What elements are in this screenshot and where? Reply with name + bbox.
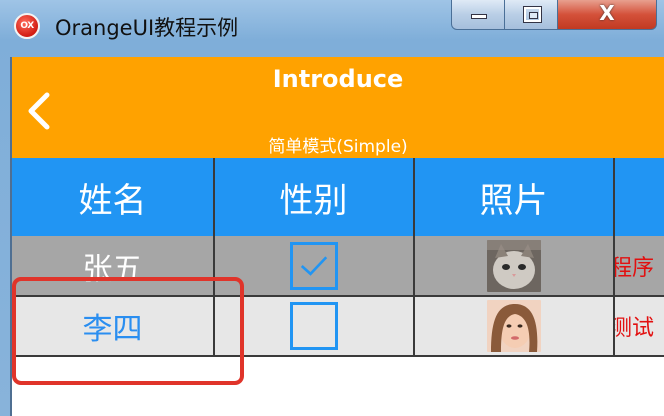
cat-photo bbox=[486, 240, 541, 292]
column-header-name[interactable]: 姓名 bbox=[12, 158, 213, 236]
extra-cell: 测试 bbox=[614, 296, 664, 356]
title-bar[interactable]: OX OrangeUI教程示例 X bbox=[0, 0, 664, 50]
page-title: Introduce bbox=[272, 65, 404, 93]
column-divider bbox=[613, 158, 615, 357]
window-frame: OX OrangeUI教程示例 X Introduce 简单模式(Simple)… bbox=[0, 0, 664, 416]
window-title: OrangeUI教程示例 bbox=[55, 16, 239, 40]
app-logo-icon: OX bbox=[14, 13, 40, 39]
close-icon: X bbox=[599, 1, 615, 25]
chevron-left-icon[interactable] bbox=[24, 91, 54, 131]
close-button[interactable]: X bbox=[557, 0, 657, 30]
gender-checkbox[interactable] bbox=[289, 242, 338, 290]
extra-cell: 程序 bbox=[614, 236, 664, 296]
column-header-extra[interactable] bbox=[614, 158, 664, 236]
gender-checkbox[interactable] bbox=[289, 302, 338, 350]
client-area: Introduce 简单模式(Simple) 姓名 性别 照片 张五 程序 李四… bbox=[10, 57, 664, 416]
maximize-icon bbox=[523, 6, 542, 23]
photo-cell bbox=[414, 296, 613, 356]
extra-text: 程序 bbox=[614, 256, 655, 281]
minimize-icon bbox=[471, 14, 487, 19]
grid-header-row: 姓名 性别 照片 bbox=[12, 158, 664, 236]
photo-cell bbox=[414, 236, 613, 296]
maximize-button[interactable] bbox=[504, 0, 558, 30]
page-header: Introduce 简单模式(Simple) bbox=[12, 57, 664, 158]
page-subtitle: 简单模式(Simple) bbox=[268, 137, 408, 157]
column-header-photo[interactable]: 照片 bbox=[414, 158, 613, 236]
column-header-label: 照片 bbox=[479, 180, 548, 221]
column-divider bbox=[413, 158, 415, 357]
column-header-gender[interactable]: 性别 bbox=[214, 158, 413, 236]
column-header-label: 姓名 bbox=[78, 180, 147, 221]
minimize-button[interactable] bbox=[451, 0, 505, 30]
person-photo bbox=[486, 300, 541, 352]
extra-text: 测试 bbox=[614, 316, 655, 341]
column-header-label: 性别 bbox=[279, 180, 348, 221]
selection-highlight-box bbox=[12, 277, 244, 385]
